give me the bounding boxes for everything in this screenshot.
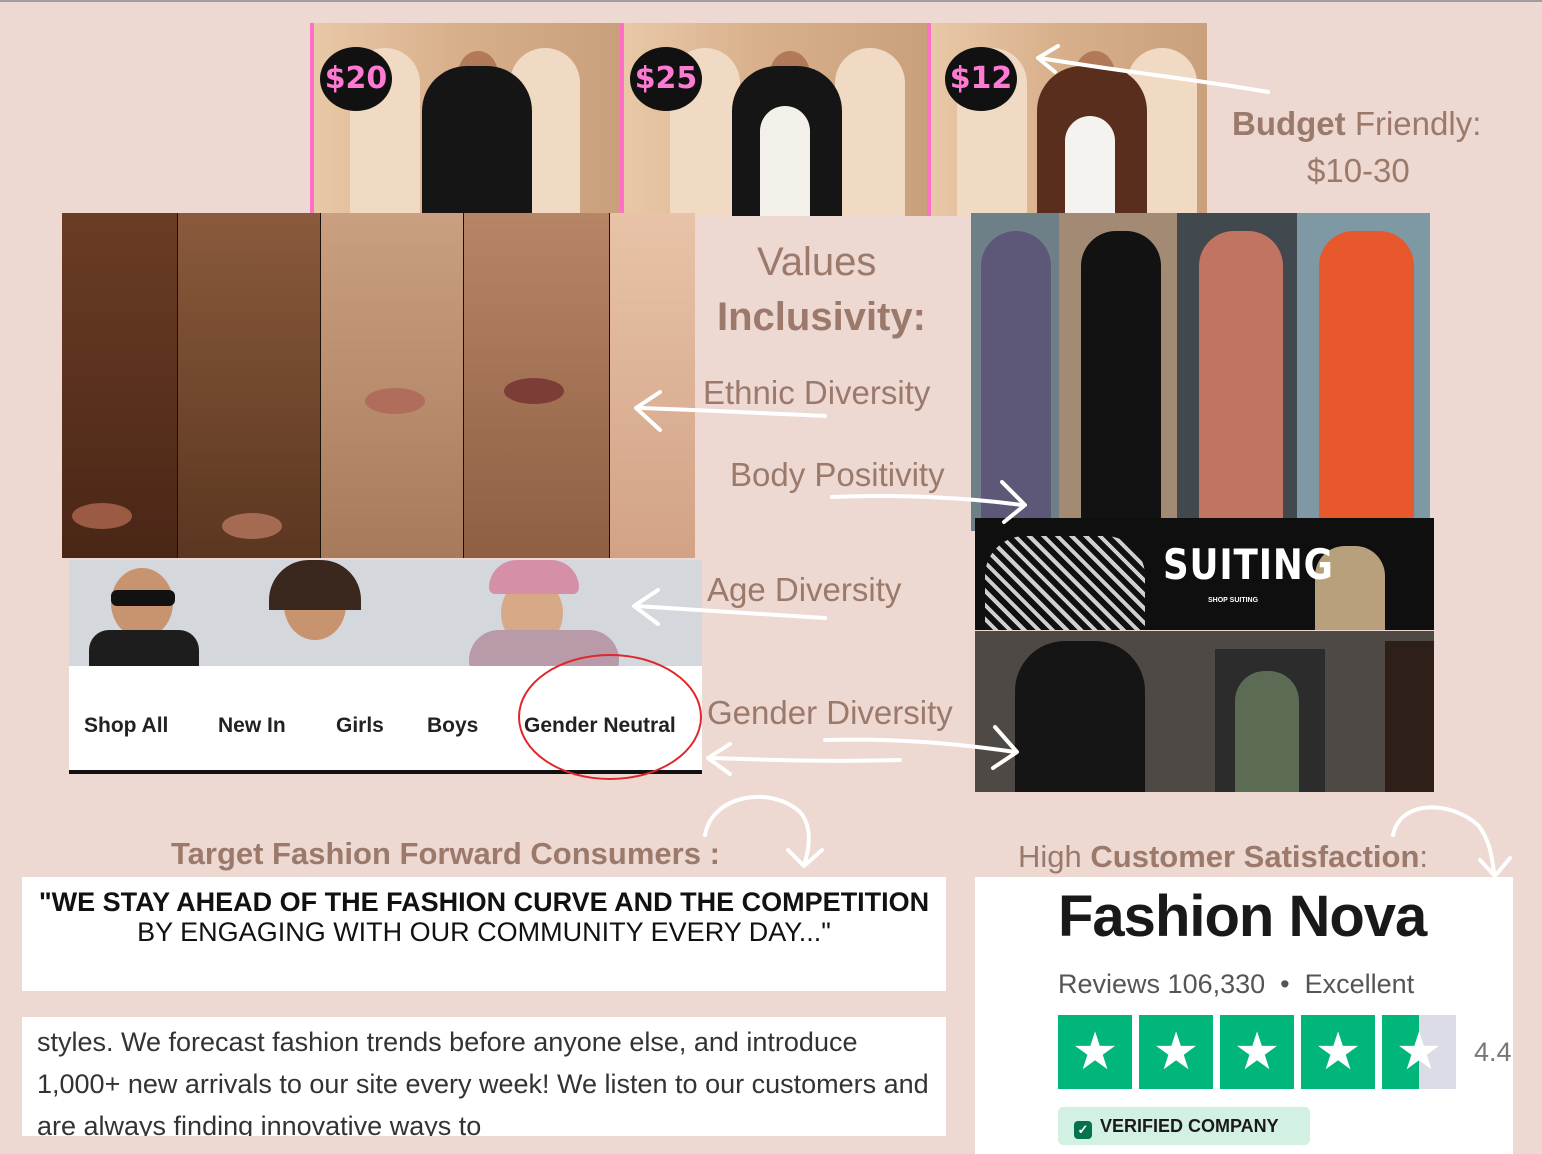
annotation-arrows <box>632 44 1512 878</box>
